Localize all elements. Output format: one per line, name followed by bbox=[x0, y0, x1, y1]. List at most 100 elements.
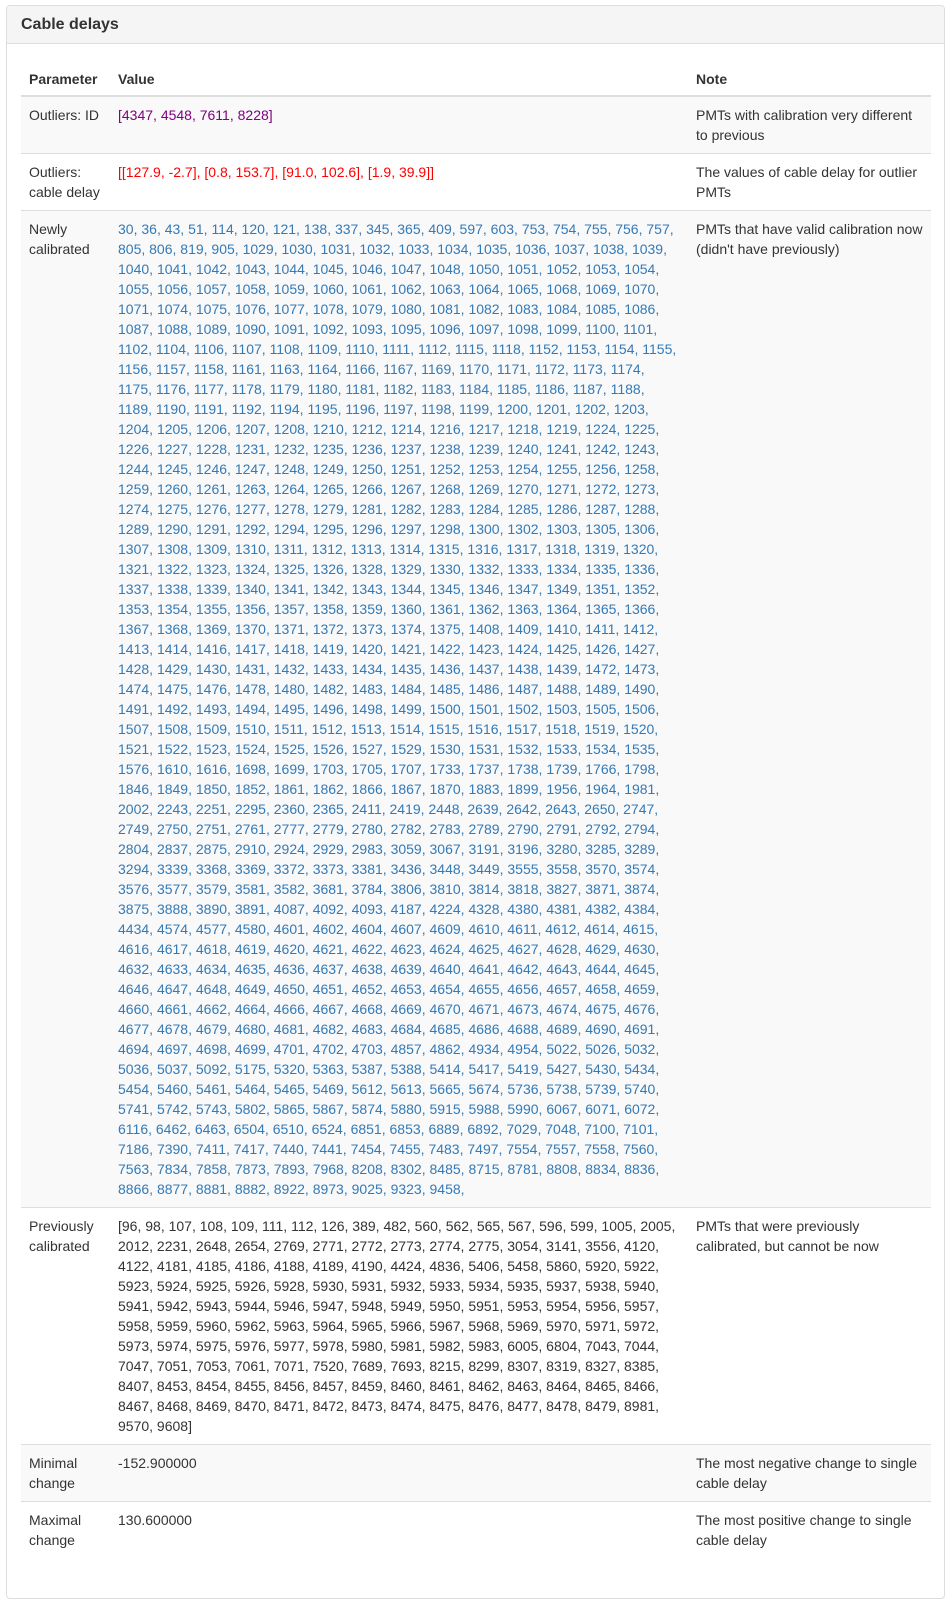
pmt-link[interactable]: 1248 bbox=[274, 461, 305, 477]
pmt-link[interactable]: 1306 bbox=[624, 521, 655, 537]
pmt-link[interactable]: 1956 bbox=[546, 781, 577, 797]
pmt-link[interactable]: 4652 bbox=[352, 981, 383, 997]
pmt-link[interactable]: 1420 bbox=[352, 641, 383, 657]
pmt-link[interactable]: 1338 bbox=[157, 581, 188, 597]
pmt-link[interactable]: 1243 bbox=[624, 441, 655, 457]
pmt-link[interactable]: 4641 bbox=[468, 961, 499, 977]
pmt-link[interactable]: 1366 bbox=[624, 601, 655, 617]
pmt-link[interactable]: 4674 bbox=[546, 1001, 577, 1017]
pmt-link[interactable]: 1311 bbox=[274, 541, 304, 557]
pmt-link[interactable]: 1474 bbox=[118, 681, 149, 697]
pmt-link[interactable]: 1212 bbox=[352, 421, 383, 437]
pmt-link[interactable]: 2002 bbox=[118, 801, 149, 817]
pmt-link[interactable]: 7417 bbox=[234, 1141, 265, 1157]
pmt-link[interactable]: 5988 bbox=[468, 1101, 499, 1117]
pmt-link[interactable]: 1325 bbox=[274, 561, 305, 577]
pmt-link[interactable]: 1850 bbox=[196, 781, 227, 797]
pmt-link[interactable]: 4644 bbox=[585, 961, 616, 977]
pmt-link[interactable]: 1057 bbox=[196, 281, 227, 297]
pmt-link[interactable]: 4620 bbox=[274, 941, 305, 957]
pmt-link[interactable]: 2837 bbox=[157, 841, 188, 857]
pmt-link[interactable]: 3810 bbox=[430, 881, 461, 897]
pmt-link[interactable]: 1506 bbox=[624, 701, 655, 717]
pmt-link[interactable]: 1344 bbox=[391, 581, 422, 597]
pmt-link[interactable]: 1500 bbox=[430, 701, 461, 717]
pmt-link[interactable]: 1355 bbox=[196, 601, 227, 617]
pmt-link[interactable]: 1435 bbox=[391, 661, 422, 677]
pmt-link[interactable]: 8973 bbox=[313, 1181, 344, 1197]
pmt-link[interactable]: 4640 bbox=[430, 961, 461, 977]
pmt-link[interactable]: 1526 bbox=[313, 741, 344, 757]
pmt-link[interactable]: 1076 bbox=[235, 301, 266, 317]
pmt-link[interactable]: 1529 bbox=[391, 741, 422, 757]
pmt-link[interactable]: 8715 bbox=[468, 1161, 499, 1177]
pmt-link[interactable]: 4697 bbox=[157, 1041, 188, 1057]
pmt-link[interactable]: 1531 bbox=[468, 741, 499, 757]
pmt-link[interactable]: 1501 bbox=[468, 701, 499, 717]
pmt-link[interactable]: 1530 bbox=[430, 741, 461, 757]
pmt-link[interactable]: 1341 bbox=[274, 581, 305, 597]
pmt-link[interactable]: 6510 bbox=[273, 1121, 304, 1137]
pmt-link[interactable]: 1484 bbox=[391, 681, 422, 697]
pmt-link[interactable]: 1358 bbox=[313, 601, 344, 617]
pmt-link[interactable]: 1964 bbox=[585, 781, 616, 797]
pmt-link[interactable]: 5739 bbox=[585, 1081, 616, 1097]
pmt-link[interactable]: 1353 bbox=[118, 601, 149, 617]
pmt-link[interactable]: 1485 bbox=[430, 681, 461, 697]
pmt-link[interactable]: 1766 bbox=[585, 761, 616, 777]
pmt-link[interactable]: 1870 bbox=[430, 781, 461, 797]
pmt-link[interactable]: 1324 bbox=[235, 561, 266, 577]
pmt-link[interactable]: 4703 bbox=[352, 1041, 383, 1057]
pmt-link[interactable]: 4650 bbox=[274, 981, 305, 997]
pmt-link[interactable]: 1527 bbox=[352, 741, 383, 757]
pmt-link[interactable]: 4628 bbox=[546, 941, 577, 957]
pmt-link[interactable]: 4646 bbox=[118, 981, 149, 997]
pmt-link[interactable]: 3814 bbox=[468, 881, 499, 897]
pmt-link[interactable]: 3449 bbox=[468, 861, 499, 877]
pmt-link[interactable]: 5915 bbox=[430, 1101, 461, 1117]
pmt-link[interactable]: 1250 bbox=[352, 461, 383, 477]
pmt-link[interactable]: 1091 bbox=[274, 321, 305, 337]
pmt-link[interactable]: 1738 bbox=[507, 761, 538, 777]
pmt-link[interactable]: 7563 bbox=[118, 1161, 149, 1177]
pmt-link[interactable]: 4601 bbox=[274, 921, 305, 937]
pmt-link[interactable]: 5461 bbox=[196, 1081, 227, 1097]
pmt-link[interactable]: 1417 bbox=[235, 641, 266, 657]
pmt-link[interactable]: 1899 bbox=[507, 781, 538, 797]
pmt-link[interactable]: 1236 bbox=[352, 441, 383, 457]
pmt-link[interactable]: 1313 bbox=[351, 541, 382, 557]
pmt-link[interactable]: 1202 bbox=[575, 401, 606, 417]
pmt-link[interactable]: 2777 bbox=[274, 821, 305, 837]
pmt-link[interactable]: 2251 bbox=[196, 801, 227, 817]
pmt-link[interactable]: 1372 bbox=[313, 621, 344, 637]
pmt-link[interactable]: 1292 bbox=[235, 521, 266, 537]
pmt-link[interactable]: 1173 bbox=[573, 361, 603, 377]
pmt-link[interactable]: 1357 bbox=[274, 601, 305, 617]
pmt-link[interactable]: 1046 bbox=[352, 261, 383, 277]
pmt-link[interactable]: 1032 bbox=[359, 241, 390, 257]
pmt-link[interactable]: 409 bbox=[428, 221, 451, 237]
pmt-link[interactable]: 2411 bbox=[352, 801, 382, 817]
pmt-link[interactable]: 1487 bbox=[507, 681, 538, 697]
pmt-link[interactable]: 345 bbox=[366, 221, 389, 237]
pmt-link[interactable]: 1288 bbox=[624, 501, 655, 517]
pmt-link[interactable]: 1343 bbox=[352, 581, 383, 597]
pmt-link[interactable]: 1206 bbox=[196, 421, 227, 437]
pmt-link[interactable]: 2789 bbox=[468, 821, 499, 837]
pmt-link[interactable]: 1226 bbox=[118, 441, 149, 457]
pmt-link[interactable]: 5740 bbox=[624, 1081, 655, 1097]
pmt-link[interactable]: 2782 bbox=[391, 821, 422, 837]
pmt-link[interactable]: 1431 bbox=[235, 661, 266, 677]
pmt-link[interactable]: 3891 bbox=[235, 901, 266, 917]
pmt-link[interactable]: 1314 bbox=[390, 541, 421, 557]
pmt-link[interactable]: 1532 bbox=[507, 741, 538, 757]
pmt-link[interactable]: 2365 bbox=[313, 801, 344, 817]
pmt-link[interactable]: 1513 bbox=[351, 721, 382, 737]
pmt-link[interactable]: 7100 bbox=[584, 1121, 615, 1137]
pmt-link[interactable]: 1318 bbox=[545, 541, 576, 557]
pmt-link[interactable]: 6463 bbox=[195, 1121, 226, 1137]
pmt-link[interactable]: 1110 bbox=[345, 341, 374, 357]
pmt-link[interactable]: 4670 bbox=[430, 1001, 461, 1017]
pmt-link[interactable]: 756 bbox=[615, 221, 638, 237]
pmt-link[interactable]: 1414 bbox=[157, 641, 188, 657]
